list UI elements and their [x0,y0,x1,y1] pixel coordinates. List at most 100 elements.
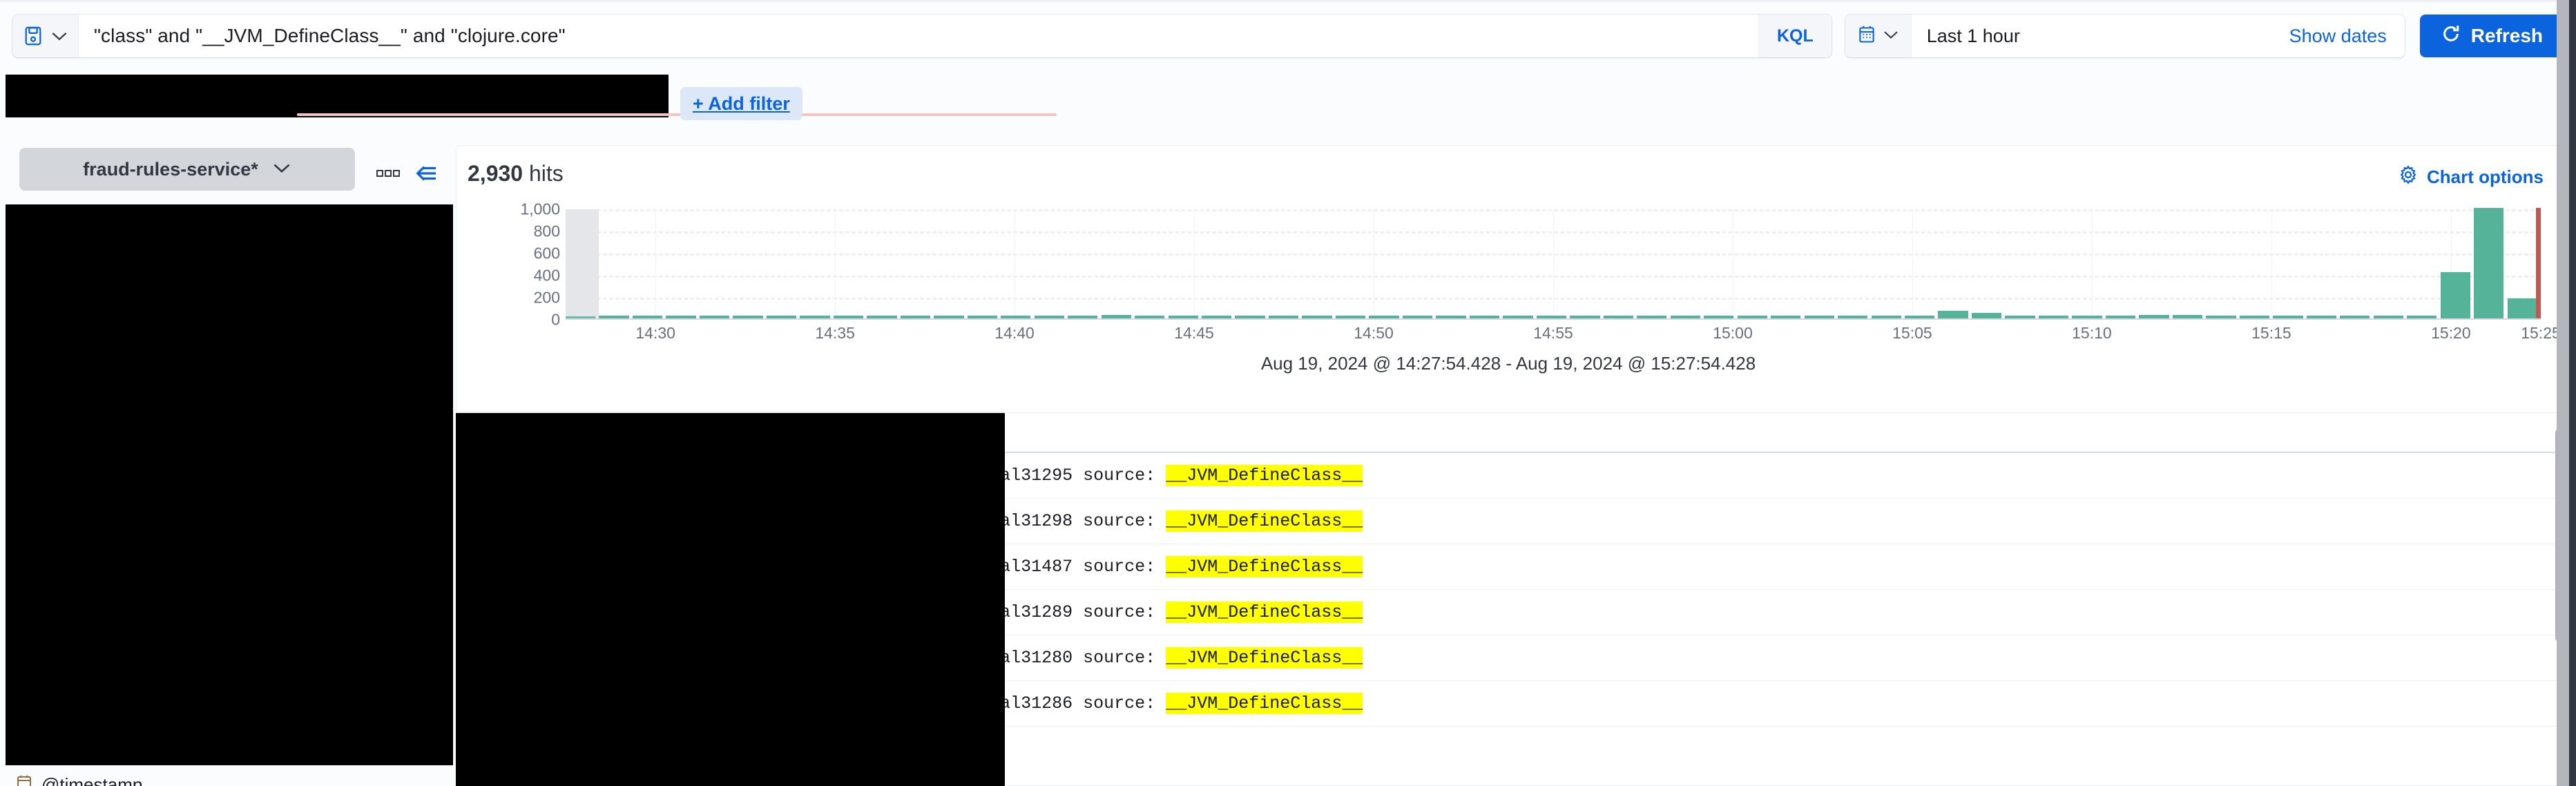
histogram-bar[interactable] [1537,316,1566,318]
x-axis-tick: 14:55 [1533,324,1573,343]
histogram-bar[interactable] [800,316,829,318]
histogram-bar[interactable] [1838,316,1867,318]
refresh-icon [2441,23,2461,49]
chart-options-button[interactable]: Chart options [2399,165,2544,189]
calendar-icon [1857,23,1876,49]
histogram-bar[interactable] [1235,316,1265,318]
saved-query-icon [23,25,44,47]
histogram-bar[interactable] [2508,298,2537,318]
show-dates-button[interactable]: Show dates [2271,15,2405,57]
chart-options-label: Chart options [2427,166,2544,188]
kibana-discover-app: "class" and "__JVM_DefineClass__" and "c… [0,0,2576,786]
x-axis-tick: 14:50 [1354,324,1394,343]
histogram-bar[interactable] [733,316,762,318]
histogram-bar[interactable] [2072,316,2102,318]
histogram-bar[interactable] [1269,316,1298,318]
browser-scrollbar-track[interactable] [2557,0,2569,786]
histogram-bar[interactable] [901,316,930,318]
histogram-bar[interactable] [1202,316,1231,318]
histogram-bar[interactable] [2474,208,2503,318]
histogram-bar[interactable] [1436,316,1465,318]
histogram-bar[interactable] [1302,316,1332,318]
histogram-bar[interactable] [968,316,997,318]
collapse-left-icon[interactable] [412,163,439,187]
histogram-bar[interactable] [1938,311,1968,318]
saved-query-button[interactable] [12,15,79,57]
histogram-bar[interactable] [1403,316,1432,318]
search-input[interactable]: "class" and "__JVM_DefineClass__" and "c… [79,15,1758,57]
histogram-bar[interactable] [1905,316,1934,318]
histogram-bar[interactable] [1805,316,1834,318]
histogram-bar[interactable] [934,316,963,318]
histogram-bar[interactable] [2407,316,2436,318]
refresh-button[interactable]: Refresh [2420,15,2564,57]
histogram-bar[interactable] [2340,316,2370,318]
x-axis-tick: 15:00 [1713,324,1753,343]
histogram-bar[interactable] [1704,316,1733,318]
histogram-bar[interactable] [1972,313,2001,318]
histogram-bar[interactable] [566,316,595,318]
histogram-bar[interactable] [2173,315,2202,318]
histogram-bar[interactable] [2441,272,2470,318]
histogram-bar[interactable] [2039,316,2068,318]
histogram-bar[interactable] [1637,316,1666,318]
y-axis-tick: 800 [534,222,560,241]
histogram-bar[interactable] [767,316,796,318]
histogram-bar[interactable] [1169,316,1198,318]
histogram-bar[interactable] [1570,316,1599,318]
histogram-bar[interactable] [666,316,695,318]
histogram-bar[interactable] [1771,316,1800,318]
histogram-bar[interactable] [834,316,863,318]
sidebar-toolbar [376,163,439,187]
date-quick-menu-button[interactable] [1845,15,1912,57]
index-pattern-selector[interactable]: fraud-rules-service* [19,148,355,191]
histogram-bar[interactable] [2106,316,2135,318]
x-grid-line [2092,209,2093,318]
highlight-jvm-defineclass: __JVM_DefineClass__ [1166,647,1363,669]
chevron-down-icon [272,162,291,178]
histogram-bar[interactable] [1872,316,1901,318]
histogram-bar[interactable] [1102,315,1131,318]
histogram-bar[interactable] [1671,316,1700,318]
histogram-bar[interactable] [1470,316,1499,318]
histogram-bar[interactable] [599,316,628,318]
histogram-bar[interactable] [2273,316,2303,318]
histogram-bar[interactable] [700,316,729,318]
redacted-region-table-left [456,413,1005,786]
histogram-bar[interactable] [1604,316,1633,318]
histogram-bar[interactable] [2307,316,2336,318]
time-histogram-chart[interactable]: 02004006008001,000 14:3014:3514:4014:451… [456,209,2560,354]
histogram-bar[interactable] [1001,316,1030,318]
histogram-bar[interactable] [633,316,662,318]
x-axis-tick: 15:15 [2251,324,2291,343]
query-language-button[interactable]: KQL [1758,15,1832,57]
add-filter-button[interactable]: + Add filter [680,87,802,120]
x-axis-tick: 15:20 [2431,324,2471,343]
histogram-bar[interactable] [1738,316,1767,318]
histogram-bar[interactable] [1068,316,1097,318]
histogram-bar[interactable] [2139,315,2169,318]
histogram-bar[interactable] [1035,316,1064,318]
calendar-field-icon [15,774,33,786]
histogram-bar[interactable] [1369,316,1398,318]
time-range-caption: Aug 19, 2024 @ 14:27:54.428 - Aug 19, 20… [456,353,2560,374]
chart-plot-area[interactable] [566,209,2541,320]
sidebar-field-timestamp[interactable]: @timestamp [15,774,142,786]
columns-grid-icon[interactable] [376,168,400,182]
y-axis-tick: 400 [534,267,560,285]
histogram-bar[interactable] [1503,316,1532,318]
x-grid-line [2271,209,2272,318]
hits-count: 2,930 [468,161,523,186]
gear-icon [2399,165,2418,189]
date-picker[interactable]: Last 1 hour Show dates [1845,15,2405,57]
search-query-box[interactable]: "class" and "__JVM_DefineClass__" and "c… [12,15,1832,57]
histogram-bar[interactable] [2206,316,2236,318]
date-range-value[interactable]: Last 1 hour [1912,15,2271,57]
filter-pill-underline [297,113,1057,116]
histogram-bar[interactable] [2005,316,2035,318]
histogram-bar[interactable] [1135,316,1164,318]
histogram-bar[interactable] [1336,316,1365,318]
histogram-bar[interactable] [2374,316,2403,318]
histogram-bar[interactable] [867,316,896,318]
histogram-bar[interactable] [2240,316,2269,318]
